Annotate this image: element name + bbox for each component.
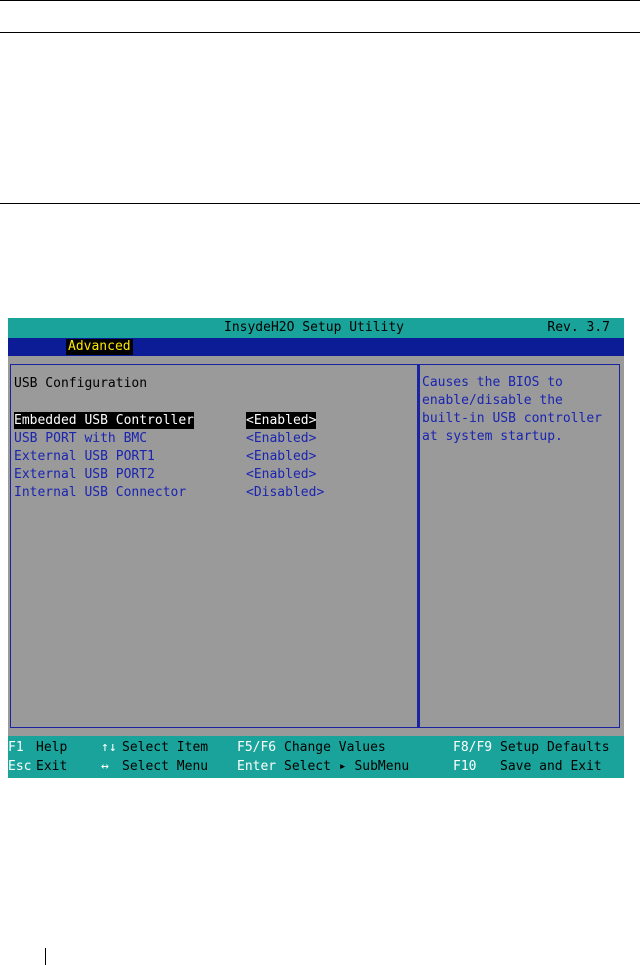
hint-key-arrows-updown: ↑↓ <box>101 740 117 755</box>
hint-key-f10: F10 <box>453 759 477 774</box>
hint-key-f1: F1 <box>8 740 24 755</box>
hint-key-arrows-leftright: ↔ <box>101 759 109 774</box>
setting-label[interactable]: Internal USB Connector <box>14 484 186 501</box>
header-rule <box>0 32 640 33</box>
menu-bar: Advanced <box>8 338 624 356</box>
hint-key-esc: Esc <box>8 759 32 774</box>
hint-desc-change-values: Change Values <box>284 740 386 755</box>
hint-desc-exit: Exit <box>36 759 68 774</box>
section-rule <box>0 203 640 204</box>
hint-desc-save-and-exit: Save and Exit <box>500 759 602 774</box>
hint-key-f8f9: F8/F9 <box>453 740 493 755</box>
hint-desc-select-item: Select Item <box>122 740 209 755</box>
bios-setup-screen: InsydeH2O Setup Utility Rev. 3.7 Advance… <box>8 318 624 778</box>
hint-desc-select-submenu: Select ▸ SubMenu <box>284 759 410 774</box>
hint-desc-setup-defaults: Setup Defaults <box>500 740 610 755</box>
setting-value[interactable]: <Enabled> <box>246 412 317 429</box>
setting-label[interactable]: External USB PORT1 <box>14 448 155 465</box>
tab-advanced[interactable]: Advanced <box>66 339 133 355</box>
setting-label[interactable]: USB PORT with BMC <box>14 430 147 447</box>
setting-value[interactable]: <Enabled> <box>246 448 316 465</box>
hint-desc-help: Help <box>36 740 68 755</box>
hint-key-f5f6: F5/F6 <box>237 740 277 755</box>
key-hint-bar: F1 Help ↑↓ Select Item F5/F6 Change Valu… <box>8 736 624 778</box>
utility-title: InsydeH2O Setup Utility <box>224 320 405 335</box>
setting-value[interactable]: <Disabled> <box>246 484 324 501</box>
setting-label[interactable]: External USB PORT2 <box>14 466 155 483</box>
section-title: USB Configuration <box>14 376 148 391</box>
setting-value[interactable]: <Enabled> <box>246 466 316 483</box>
setting-value[interactable]: <Enabled> <box>246 430 316 447</box>
revision-label: Rev. 3.7 <box>547 320 610 335</box>
top-rule <box>0 0 640 1</box>
hint-desc-select-menu: Select Menu <box>122 759 209 774</box>
setting-label[interactable]: Embedded USB Controller <box>14 412 195 429</box>
hint-key-enter: Enter <box>237 759 277 774</box>
help-text: Causes the BIOS to enable/disable the bu… <box>422 375 603 444</box>
footer-marker <box>45 948 46 965</box>
title-bar: InsydeH2O Setup Utility Rev. 3.7 <box>8 318 624 338</box>
